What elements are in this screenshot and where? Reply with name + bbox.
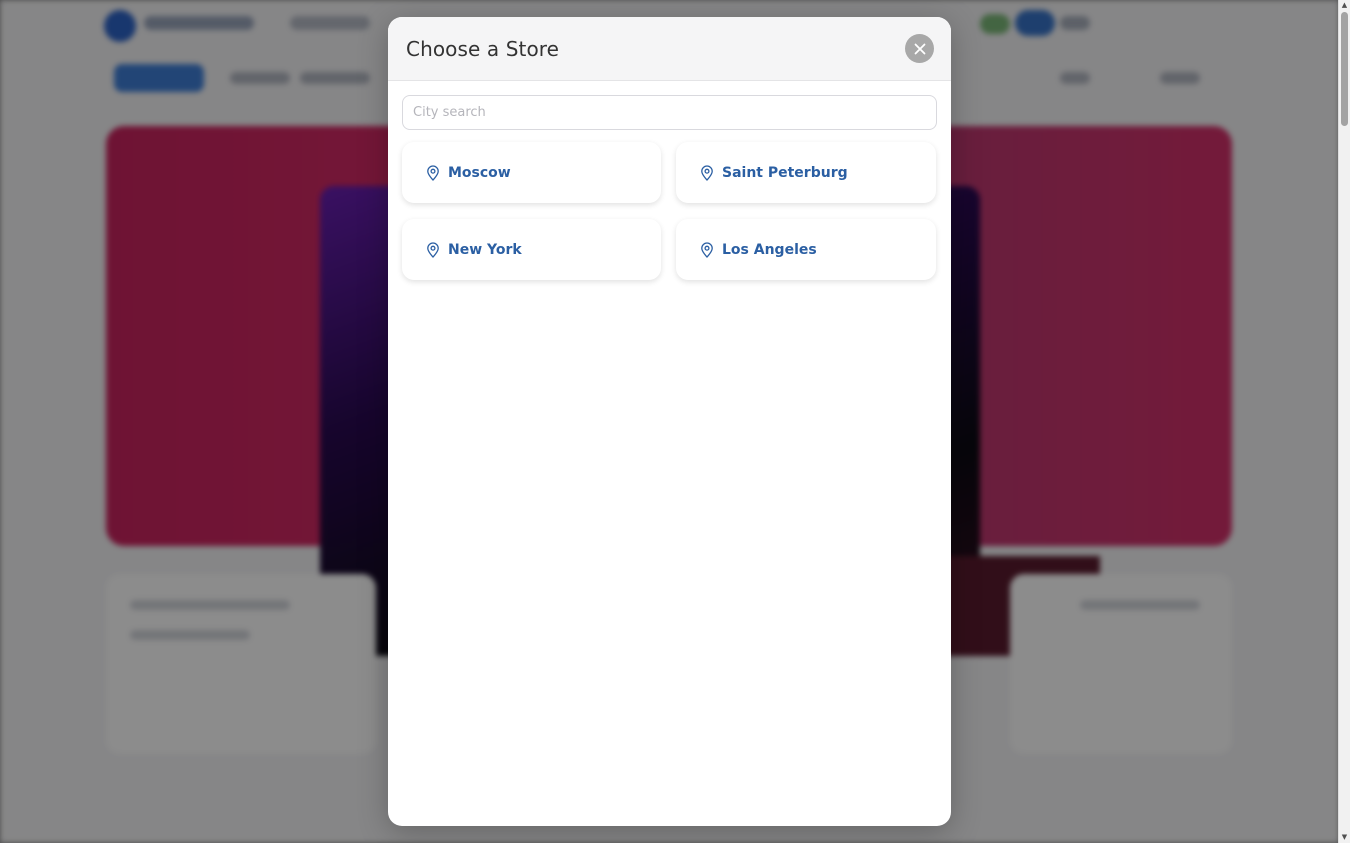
city-name: New York <box>448 241 522 258</box>
map-pin-icon <box>700 241 714 258</box>
city-card-new-york[interactable]: New York <box>402 219 661 280</box>
city-name: Los Angeles <box>722 241 817 258</box>
city-name: Moscow <box>448 164 511 181</box>
city-card-moscow[interactable]: Moscow <box>402 142 661 203</box>
modal-title: Choose a Store <box>406 36 560 61</box>
map-pin-icon <box>426 241 440 258</box>
scrollbar-thumb[interactable] <box>1341 12 1348 126</box>
city-list: Moscow Saint Peterburg New York Los Ange… <box>388 130 951 280</box>
search-wrapper <box>388 81 951 130</box>
city-name: Saint Peterburg <box>722 164 848 181</box>
scroll-up-arrow-icon[interactable]: ▲ <box>1340 1 1349 10</box>
map-pin-icon <box>426 164 440 181</box>
modal-header: Choose a Store <box>388 17 951 81</box>
city-card-saint-peterburg[interactable]: Saint Peterburg <box>676 142 936 203</box>
close-icon <box>914 43 926 55</box>
map-pin-icon <box>700 164 714 181</box>
close-button[interactable] <box>905 34 934 63</box>
page-scrollbar[interactable]: ▲ ▼ <box>1338 0 1350 843</box>
city-card-los-angeles[interactable]: Los Angeles <box>676 219 936 280</box>
scroll-down-arrow-icon[interactable]: ▼ <box>1340 833 1349 842</box>
city-search-input[interactable] <box>402 95 937 130</box>
choose-store-modal: Choose a Store Moscow Saint Peterburg <box>388 17 951 826</box>
